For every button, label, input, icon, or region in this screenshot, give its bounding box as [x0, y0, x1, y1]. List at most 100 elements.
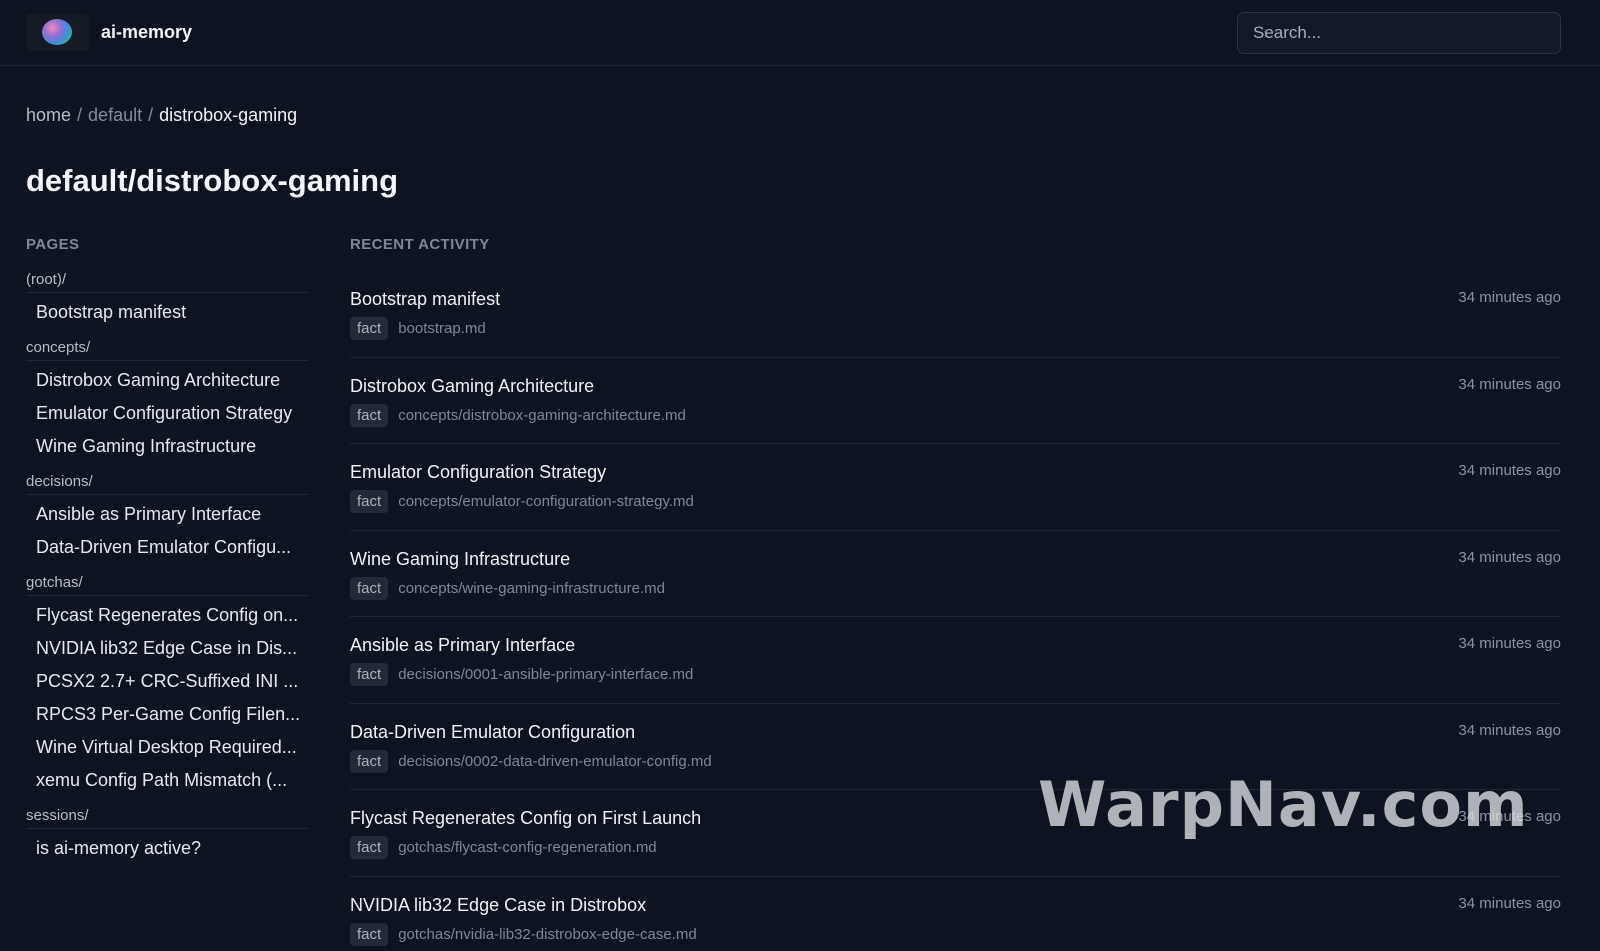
- type-badge: fact: [350, 663, 389, 686]
- brand-link[interactable]: ai-memory: [26, 14, 192, 51]
- page-group: concepts/Distrobox Gaming Architecture Em…: [26, 335, 308, 463]
- brain-orb-icon: [26, 14, 89, 51]
- breadcrumb-namespace[interactable]: default: [88, 105, 142, 125]
- activity-body: Flycast Regenerates Config on First Laun…: [350, 806, 701, 876]
- two-column-layout: PAGES (root)/ Bootstrap manifest concepts/…: [26, 235, 1561, 951]
- sidebar-page-link[interactable]: Ansible as Primary Interface: [26, 498, 308, 531]
- activity-meta: fact gotchas/nvidia-lib32-distrobox-edge-…: [350, 922, 697, 946]
- activity-meta: fact concepts/wine-gaming-infrastructure.…: [350, 576, 665, 600]
- page-tree: (root)/ Bootstrap manifest concepts/Distro…: [26, 267, 308, 865]
- activity-list: Bootstrap manifest fact bootstrap.md 34 min…: [350, 271, 1561, 951]
- activity-body: Ansible as Primary Interface fact decision…: [350, 633, 693, 703]
- file-path: concepts/distrobox-gaming-architecture.m…: [398, 406, 686, 424]
- breadcrumb-separator: /: [148, 105, 154, 125]
- timestamp: 34 minutes ago: [1458, 462, 1561, 479]
- type-badge: fact: [350, 749, 389, 773]
- activity-meta: fact decisions/0001-ansible-primary-inter…: [350, 663, 693, 686]
- sidebar-page-link[interactable]: is ai-memory active?: [26, 832, 308, 865]
- top-bar: ai-memory: [0, 0, 1600, 66]
- activity-body: Bootstrap manifest fact bootstrap.md: [350, 287, 500, 357]
- sidebar-page-link[interactable]: Bootstrap manifest: [26, 296, 308, 329]
- app-name: ai-memory: [101, 22, 193, 42]
- activity-title-link[interactable]: Bootstrap manifest: [350, 287, 500, 311]
- activity-title-link[interactable]: Data-Driven Emulator Configuration: [350, 720, 712, 744]
- activity-row: Data-Driven Emulator Configuration fact de…: [350, 704, 1561, 790]
- page-title: default/distrobox-gaming: [26, 163, 398, 198]
- activity-meta: fact bootstrap.md: [350, 317, 500, 340]
- file-path: decisions/0001-ansible-primary-interface…: [398, 666, 694, 683]
- sidebar-page-link[interactable]: Emulator Configuration Strategy: [26, 397, 308, 430]
- breadcrumb-current: distrobox-gaming: [159, 105, 298, 125]
- sidebar-page-link[interactable]: Wine Gaming Infrastructure: [26, 430, 308, 463]
- type-badge: fact: [350, 836, 389, 859]
- group-label: sessions/: [26, 803, 308, 829]
- activity-row: Flycast Regenerates Config on First Laun…: [350, 790, 1561, 877]
- file-path: bootstrap.md: [398, 320, 486, 337]
- timestamp: 34 minutes ago: [1458, 721, 1561, 739]
- breadcrumb-home[interactable]: home: [26, 105, 71, 125]
- sidebar-page-link[interactable]: PCSX2 2.7+ CRC-Suffixed INI ...: [26, 665, 308, 698]
- activity-row: NVIDIA lib32 Edge Case in Distrobox fact g…: [350, 877, 1561, 951]
- activity-title-link[interactable]: Distrobox Gaming Architecture: [350, 374, 686, 398]
- timestamp: 34 minutes ago: [1458, 548, 1561, 566]
- activity-meta: fact decisions/0002-data-driven-emulator-…: [350, 749, 712, 773]
- activity-title-link[interactable]: NVIDIA lib32 Edge Case in Distrobox: [350, 893, 697, 917]
- activity-body: Emulator Configuration Strategy fact conce…: [350, 460, 694, 530]
- activity-meta: fact gotchas/flycast-config-regeneration.…: [350, 836, 701, 859]
- activity-body: Wine Gaming Infrastructure fact concepts/w…: [350, 547, 665, 617]
- breadcrumb: home / default / distrobox-gaming: [26, 105, 1561, 129]
- pages-sidebar: PAGES (root)/ Bootstrap manifest concepts/…: [26, 235, 308, 951]
- sidebar-page-link[interactable]: xemu Config Path Mismatch (...: [26, 764, 308, 797]
- activity-title-link[interactable]: Ansible as Primary Interface: [350, 633, 693, 657]
- sidebar-page-link[interactable]: RPCS3 Per-Game Config Filen...: [26, 698, 308, 731]
- page-group: gotchas/Flycast Regenerates Config on...…: [26, 570, 308, 797]
- type-badge: fact: [350, 922, 389, 946]
- group-label: concepts/: [26, 335, 308, 361]
- activity-body: Data-Driven Emulator Configuration fact de…: [350, 720, 712, 790]
- sidebar-page-link[interactable]: Wine Virtual Desktop Required...: [26, 731, 308, 764]
- page-group: (root)/ Bootstrap manifest: [26, 267, 308, 329]
- recent-activity-heading: RECENT ACTIVITY: [350, 236, 490, 253]
- sidebar-page-link[interactable]: Data-Driven Emulator Configu...: [26, 531, 308, 564]
- activity-title-link[interactable]: Flycast Regenerates Config on First Laun…: [350, 806, 701, 830]
- group-label: decisions/: [26, 469, 308, 495]
- file-path: gotchas/flycast-config-regeneration.md: [398, 839, 657, 856]
- timestamp: 34 minutes ago: [1458, 894, 1561, 912]
- activity-row: Distrobox Gaming Architecture fact concept…: [350, 358, 1561, 444]
- timestamp: 34 minutes ago: [1458, 375, 1561, 393]
- sidebar-page-link[interactable]: NVIDIA lib32 Edge Case in Dis...: [26, 632, 308, 665]
- activity-title-link[interactable]: Wine Gaming Infrastructure: [350, 547, 665, 571]
- breadcrumb-separator: /: [77, 105, 83, 125]
- timestamp: 34 minutes ago: [1458, 635, 1561, 652]
- activity-row: Ansible as Primary Interface fact decision…: [350, 617, 1561, 704]
- type-badge: fact: [350, 490, 389, 513]
- activity-row: Bootstrap manifest fact bootstrap.md 34 min…: [350, 271, 1561, 358]
- activity-meta: fact concepts/distrobox-gaming-architectu…: [350, 403, 686, 427]
- pages-heading: PAGES: [26, 236, 80, 253]
- activity-body: Distrobox Gaming Architecture fact concept…: [350, 374, 686, 444]
- file-path: decisions/0002-data-driven-emulator-conf…: [398, 752, 712, 770]
- page-group: decisions/Ansible as Primary Interface Da…: [26, 469, 308, 564]
- file-path: concepts/wine-gaming-infrastructure.md: [398, 579, 665, 597]
- file-path: gotchas/nvidia-lib32-distrobox-edge-case…: [398, 925, 697, 943]
- sidebar-page-link[interactable]: Distrobox Gaming Architecture: [26, 364, 308, 397]
- logo-orb: [42, 19, 72, 45]
- search-input[interactable]: [1237, 11, 1561, 54]
- activity-meta: fact concepts/emulator-configuration-stra…: [350, 490, 694, 513]
- timestamp: 34 minutes ago: [1458, 808, 1561, 825]
- activity-row: Emulator Configuration Strategy fact conce…: [350, 444, 1561, 531]
- group-label: gotchas/: [26, 570, 308, 596]
- type-badge: fact: [350, 403, 389, 427]
- page-group: sessions/is ai-memory active?: [26, 803, 308, 865]
- activity-row: Wine Gaming Infrastructure fact concepts/w…: [350, 531, 1561, 617]
- group-label: (root)/: [26, 267, 308, 293]
- type-badge: fact: [350, 576, 389, 600]
- sidebar-page-link[interactable]: Flycast Regenerates Config on...: [26, 599, 308, 632]
- activity-title-link[interactable]: Emulator Configuration Strategy: [350, 460, 694, 484]
- timestamp: 34 minutes ago: [1458, 289, 1561, 306]
- file-path: concepts/emulator-configuration-strategy…: [398, 493, 694, 510]
- activity-body: NVIDIA lib32 Edge Case in Distrobox fact g…: [350, 893, 697, 951]
- recent-activity: RECENT ACTIVITY Bootstrap manifest fact bo…: [350, 235, 1561, 951]
- type-badge: fact: [350, 317, 389, 340]
- page-content: home / default / distrobox-gaming default/di…: [0, 105, 1600, 951]
